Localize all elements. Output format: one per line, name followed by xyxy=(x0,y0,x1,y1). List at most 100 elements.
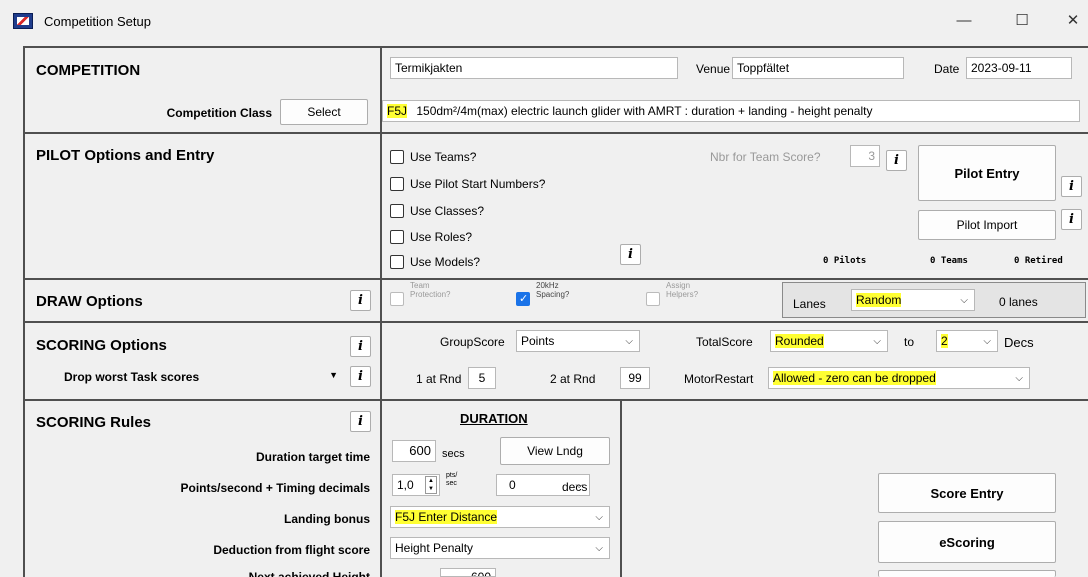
drop-mode-select[interactable]: Drop worst Task scores ▼ xyxy=(64,370,342,384)
assign-helpers-checkbox[interactable] xyxy=(646,292,660,306)
row-divider xyxy=(23,278,1088,280)
competition-class-label: Competition Class xyxy=(166,106,272,120)
partial-button[interactable] xyxy=(878,570,1056,577)
motor-restart-select[interactable]: Allowed - zero can be dropped ⌵ xyxy=(768,367,1030,389)
use-classes-label: Use Classes? xyxy=(410,204,485,218)
team-protection-label: Team Protection? xyxy=(410,281,451,299)
total-score-value: Rounded xyxy=(775,334,824,348)
assign-helpers-label: Assign Helpers? xyxy=(666,281,699,299)
team-protection-checkbox[interactable] xyxy=(390,292,404,306)
lanes-label: Lanes xyxy=(793,297,826,311)
title-bar: Competition Setup — ☐ ✕ xyxy=(0,0,1088,44)
rnd1-label: 1 at Rnd xyxy=(416,372,462,386)
use-start-numbers-label: Use Pilot Start Numbers? xyxy=(410,177,546,191)
scoring-rules-info-icon[interactable]: i xyxy=(350,411,371,432)
duration-target-label: Duration target time xyxy=(255,450,370,464)
duration-target-unit: secs xyxy=(442,448,465,460)
chevron-down-icon: ⌵ xyxy=(595,512,603,523)
venue-label: Venue xyxy=(696,62,731,76)
competition-heading: COMPETITION xyxy=(36,62,141,79)
retired-count: 0 Retired xyxy=(1014,256,1063,266)
lanes-box: Lanes Random ⌵ 0 lanes xyxy=(782,282,1086,318)
select-class-button[interactable]: Select xyxy=(280,99,368,125)
models-info-icon[interactable]: i xyxy=(620,244,641,265)
row-divider xyxy=(23,399,1088,401)
date-label: Date xyxy=(934,62,960,76)
landing-bonus-select[interactable]: F5J Enter Distance ⌵ xyxy=(390,506,610,528)
decimals-select[interactable]: 2 ⌵ xyxy=(936,330,998,352)
group-score-label: GroupScore xyxy=(440,335,505,349)
deduction-select[interactable]: Height Penalty ⌵ xyxy=(390,537,610,559)
spacing-label: 20kHz Spacing? xyxy=(536,281,570,299)
chevron-down-icon: ⌵ xyxy=(960,295,968,306)
score-entry-button[interactable]: Score Entry xyxy=(878,473,1056,513)
deduction-label: Deduction from flight score xyxy=(213,543,370,557)
lanes-select[interactable]: Random ⌵ xyxy=(851,289,975,311)
date-input[interactable]: 2023-09-11 xyxy=(966,57,1072,79)
use-models-checkbox[interactable] xyxy=(390,255,404,269)
use-roles-checkbox[interactable] xyxy=(390,230,404,244)
use-classes-checkbox[interactable] xyxy=(390,204,404,218)
team-score-input[interactable]: 3 xyxy=(850,145,880,167)
venue-input[interactable]: Toppfältet xyxy=(732,57,904,79)
team-score-label: Nbr for Team Score? xyxy=(710,150,821,164)
drop-mode-value: Drop worst Task scores xyxy=(64,370,200,384)
landing-bonus-label: Landing bonus xyxy=(284,512,370,526)
points-per-second-unit: pts/ sec xyxy=(446,472,458,487)
to-label: to xyxy=(904,335,915,349)
scoring-options-heading: SCORING Options xyxy=(36,337,167,354)
chevron-down-icon: ⌵ xyxy=(625,336,633,347)
decimals-value: 2 xyxy=(941,334,948,348)
decs-label: Decs xyxy=(1004,335,1034,350)
row-divider xyxy=(23,132,1088,134)
close-button[interactable]: ✕ xyxy=(1058,8,1088,34)
lanes-count: 0 lanes xyxy=(999,295,1038,309)
maximize-button[interactable]: ☐ xyxy=(1002,8,1042,34)
points-per-second-value: 1,0 xyxy=(397,478,414,492)
competition-class-field[interactable]: F5J 150dm²/4m(max) electric launch glide… xyxy=(382,100,1080,122)
rnd2-input[interactable]: 99 xyxy=(620,367,650,389)
timing-decimals-value: 0 xyxy=(509,478,516,492)
use-teams-checkbox[interactable] xyxy=(390,150,404,164)
lanes-value: Random xyxy=(856,293,902,307)
points-per-second-label: Points/second + Timing decimals xyxy=(180,481,371,495)
pilot-heading: PILOT Options and Entry xyxy=(36,147,215,164)
motor-restart-value: Allowed - zero can be dropped xyxy=(773,371,936,385)
rnd2-label: 2 at Rnd xyxy=(550,372,596,386)
draw-info-icon[interactable]: i xyxy=(350,290,371,311)
team-score-info-icon[interactable]: i xyxy=(886,150,907,171)
pilot-import-button[interactable]: Pilot Import xyxy=(918,210,1056,240)
spacing-checkbox[interactable] xyxy=(516,292,530,306)
chevron-down-icon: ⌵ xyxy=(873,336,881,347)
chevron-down-icon: ⌵ xyxy=(983,336,991,347)
row-divider xyxy=(23,321,1088,323)
group-score-select[interactable]: Points ⌵ xyxy=(516,330,640,352)
total-score-select[interactable]: Rounded ⌵ xyxy=(770,330,888,352)
chevron-down-icon: ⌵ xyxy=(1015,373,1023,384)
spin-arrows-icon[interactable]: ▲ ▼ xyxy=(425,476,437,494)
rnd1-input[interactable]: 5 xyxy=(468,367,496,389)
points-per-second-stepper[interactable]: 1,0 ▲ ▼ xyxy=(392,474,440,496)
escoring-button[interactable]: eScoring xyxy=(878,521,1056,563)
window-title: Competition Setup xyxy=(44,14,151,29)
duration-target-input[interactable]: 600 xyxy=(392,440,436,462)
next-height-input[interactable]: 600 xyxy=(440,568,496,577)
view-landing-button[interactable]: View Lndg xyxy=(500,437,610,465)
pilot-entry-info-icon[interactable]: i xyxy=(1061,176,1082,197)
scoring-options-info-icon[interactable]: i xyxy=(350,336,371,357)
total-score-label: TotalScore xyxy=(696,335,753,349)
competition-name-input[interactable]: Termikjakten xyxy=(390,57,678,79)
dropdown-arrow-icon: ▼ xyxy=(329,370,338,380)
use-start-numbers-checkbox[interactable] xyxy=(390,177,404,191)
drop-mode-info-icon[interactable]: i xyxy=(350,366,371,387)
app-icon xyxy=(13,13,33,29)
next-height-label: Next achieved Height xyxy=(248,570,370,577)
minimize-button[interactable]: — xyxy=(944,8,984,34)
group-score-value: Points xyxy=(521,334,555,348)
landing-bonus-value: F5J Enter Distance xyxy=(395,510,498,524)
deduction-value: Height Penalty xyxy=(395,541,474,555)
use-roles-label: Use Roles? xyxy=(410,230,473,244)
pilot-entry-button[interactable]: Pilot Entry xyxy=(918,145,1056,201)
pilot-import-info-icon[interactable]: i xyxy=(1061,209,1082,230)
teams-count: 0 Teams xyxy=(930,256,968,266)
